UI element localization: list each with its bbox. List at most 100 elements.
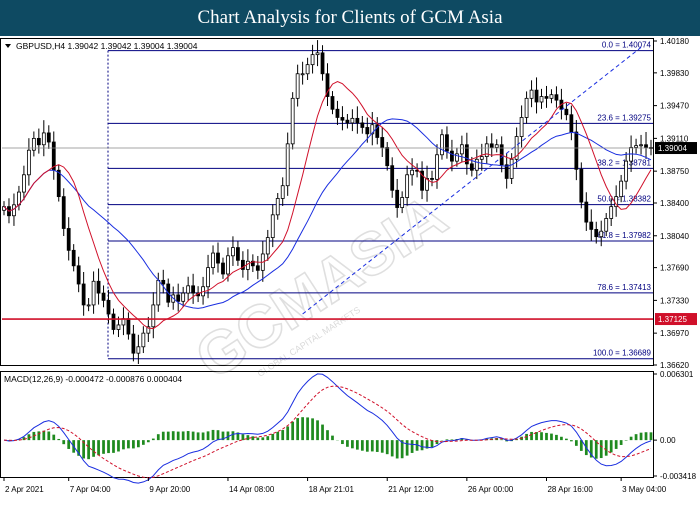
candle-body (609, 206, 614, 219)
candle-body (12, 204, 16, 217)
price-axis-label: 1.38750 (660, 167, 689, 176)
time-axis-label: 7 Apr 04:00 (70, 485, 111, 494)
candle-body (634, 145, 638, 148)
candle-body (509, 158, 514, 179)
time-axis-label: 18 Apr 21:01 (309, 485, 355, 494)
price-axis-label: 1.36620 (660, 361, 689, 370)
candle-body (26, 149, 31, 176)
candle-body (360, 122, 365, 128)
candle-body (619, 180, 624, 198)
price-axis-label: 1.37330 (660, 296, 689, 305)
candle-body (599, 230, 604, 238)
candle-body (151, 304, 156, 328)
candle-body (410, 169, 415, 176)
candle-body (504, 164, 509, 179)
price-axis-label: 1.38400 (660, 199, 689, 208)
candle-body (554, 94, 559, 101)
price-axis-label: 1.40180 (660, 37, 689, 46)
macd-axis-label: 0.006301 (660, 370, 694, 379)
price-axis-label: 1.37690 (660, 264, 689, 273)
candle-body (181, 292, 186, 302)
candle-body (469, 163, 474, 171)
candle-body (385, 147, 390, 167)
time-axis-label: 28 Apr 16:00 (547, 485, 593, 494)
candle-body (624, 160, 629, 182)
price-axis-label: 1.39470 (660, 102, 689, 111)
candle-body (216, 252, 220, 264)
fib-level-label: 100.0 = 1.36689 (593, 349, 652, 358)
candle-body (380, 137, 385, 148)
candle-body (644, 144, 648, 148)
candle-body (405, 174, 410, 198)
candle-body (106, 299, 111, 315)
time-axis-label: 26 Apr 00:00 (468, 485, 514, 494)
chart-area: GCMASIA GLOBAL CAPITAL MARKETS 0.0 = 1.4… (0, 36, 700, 500)
candle-body (156, 279, 161, 306)
time-axis-label: 2 Apr 2021 (5, 485, 44, 494)
candle-body (355, 117, 360, 124)
candle-body (574, 131, 579, 170)
candle-body (136, 346, 141, 354)
candle-body (61, 196, 66, 229)
fib-level-label: 61.8 = 1.37982 (597, 231, 651, 240)
candle-body (76, 265, 81, 285)
candle-body (569, 114, 574, 133)
macd-axis: 0.006301 0.00 -0.003418 (653, 370, 697, 481)
candle-body (350, 117, 355, 124)
time-axis-label: 14 Apr 08:00 (229, 485, 275, 494)
candle-body (81, 283, 86, 306)
candle-body (534, 89, 539, 103)
candle-body (335, 108, 340, 118)
macd-axis-label: -0.003418 (660, 472, 697, 481)
candle-body (345, 119, 350, 124)
candle-body (305, 64, 310, 75)
candle-body (390, 165, 395, 191)
candle-body (544, 96, 549, 99)
candle-body (479, 156, 484, 160)
time-axis-label: 3 May 04:00 (622, 485, 667, 494)
candle-body (589, 221, 594, 230)
candle-body (440, 134, 444, 156)
time-axis-label: 21 Apr 12:00 (388, 485, 434, 494)
banner-title: Chart Analysis for Clients of GCM Asia (197, 7, 503, 28)
fib-level-label: 50.0 = 1.38382 (597, 195, 651, 204)
candle-body (604, 218, 609, 232)
candle-body (290, 97, 295, 145)
candle-body (231, 247, 235, 257)
candle-body (31, 137, 36, 151)
candle-body (176, 294, 181, 302)
candle-body (524, 97, 529, 118)
candle-body (131, 333, 136, 354)
candle-body (265, 237, 270, 255)
candle-body (275, 198, 280, 216)
candle-body (430, 178, 434, 180)
candle-body (236, 247, 240, 261)
candle-body (529, 89, 534, 99)
symbol-header: GBPUSD,H4 1.39042 1.39042 1.39004 1.3900… (16, 41, 198, 51)
candle-body (46, 132, 51, 143)
candle-body (310, 54, 315, 66)
macd-axis-label: 0.00 (660, 436, 676, 445)
candle-body (315, 52, 320, 56)
candle-body (91, 280, 96, 306)
candle-body (365, 127, 370, 135)
candle-body (579, 168, 584, 203)
candle-body (549, 94, 554, 99)
candle-body (41, 132, 46, 146)
candle-body (519, 117, 524, 137)
fib-level-label: 78.6 = 1.37413 (597, 283, 651, 292)
candle-body (594, 228, 599, 238)
candle-body (245, 260, 250, 270)
candle-body (66, 228, 71, 251)
candle-body (494, 144, 499, 148)
fib-level-label: 0.0 = 1.40074 (602, 41, 652, 50)
candle-body (564, 108, 569, 116)
candle-body (56, 169, 61, 198)
macd-label: MACD(12,26,9) -0.000472 -0.000876 0.0004… (4, 374, 182, 384)
candle-body (330, 96, 335, 110)
candle-body (206, 267, 210, 288)
candle-body (280, 185, 285, 199)
candle-body (584, 201, 589, 223)
candle-body (445, 134, 449, 152)
candle-body (111, 313, 116, 330)
